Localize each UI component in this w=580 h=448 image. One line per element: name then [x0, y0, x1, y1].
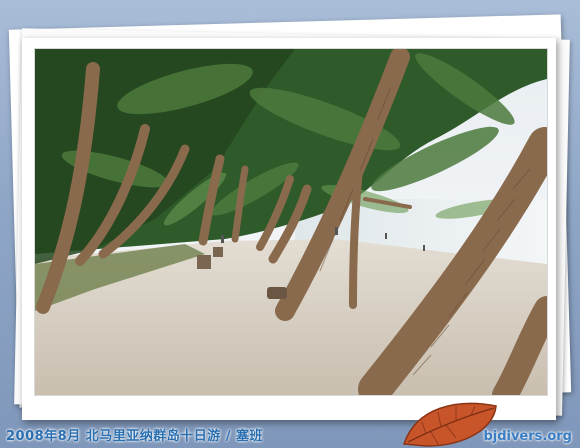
photo-caption: 2008年8月 北马里亚纳群岛十日游 / 塞班	[6, 429, 264, 444]
beach-photo	[34, 48, 548, 396]
autumn-leaf-icon	[402, 402, 497, 447]
